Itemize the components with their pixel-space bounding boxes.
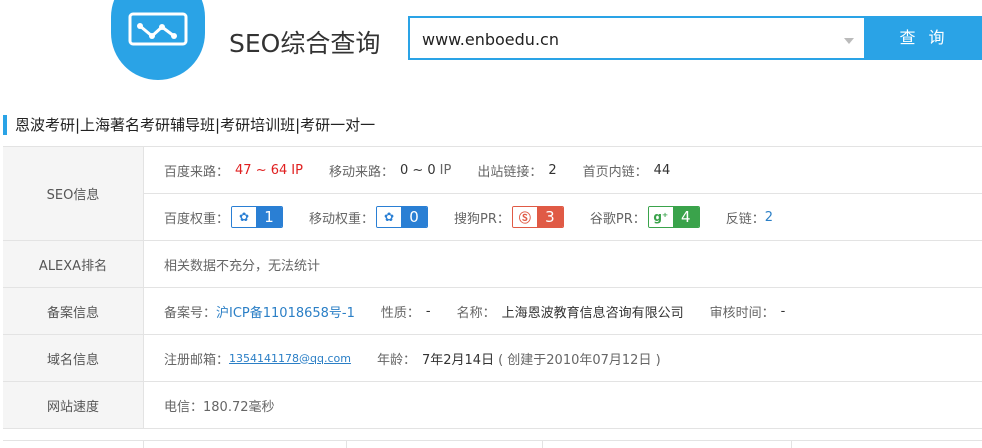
sogou-icon: Ⓢ: [512, 207, 537, 227]
outlinks-label: 出站链接：: [477, 164, 543, 180]
icp-review-value: -: [780, 303, 786, 319]
seo-label: SEO信息: [3, 147, 144, 240]
result-table: SEO信息 百度来路： 47 ~ 64 IP 移动来路： 0 ~ 0 IP 出站链接： 2…: [3, 146, 982, 429]
sogou-pr-label: 搜狗PR：: [454, 211, 510, 227]
alexa-row: ALEXA排名 相关数据不充分，无法统计: [3, 241, 982, 288]
backlinks-label: 反链：: [725, 211, 765, 227]
icp-name-label: 名称：: [456, 305, 496, 321]
mobile-weight-badge[interactable]: ✿ 0: [376, 206, 429, 228]
email-label: 注册邮箱：: [164, 352, 230, 368]
site-title: 恩波考研|上海著名考研辅导班|考研培训班|考研一对一: [3, 115, 375, 135]
alexa-text: 相关数据不充分，无法统计: [164, 258, 321, 274]
mobile-traffic-value: 0 ~ 0: [399, 162, 436, 178]
search-input-value[interactable]: www.enboedu.cn: [422, 30, 559, 49]
mobile-traffic-label: 移动来路：: [328, 164, 394, 180]
paw-icon: ✿: [232, 207, 257, 227]
baidu-weight-value: 1: [256, 207, 283, 227]
google-plus-icon: g⁺: [648, 207, 673, 227]
speed-label: 网站速度: [3, 382, 144, 428]
domain-row: 域名信息 注册邮箱： 1354141178@qq.com 年龄： 7年2月14日( …: [3, 335, 982, 382]
seo-row: SEO信息 百度来路： 47 ~ 64 IP 移动来路： 0 ~ 0 IP 出站链接： 2…: [3, 147, 982, 241]
monitor-chart-logo: [111, 0, 205, 80]
search-input[interactable]: www.enboedu.cn: [408, 16, 866, 60]
inner-links-value[interactable]: 44: [654, 163, 671, 178]
domain-label: 域名信息: [3, 335, 144, 381]
sogou-pr-badge[interactable]: Ⓢ 3: [511, 206, 564, 228]
icp-row: 备案信息 备案号： 沪ICP备11018658号-1 性质： - 名称： 上海恩波教育…: [3, 288, 982, 335]
icp-nature-value: -: [425, 303, 431, 319]
icp-nature-label: 性质：: [380, 305, 420, 321]
baidu-weight-label: 百度权重：: [164, 211, 230, 227]
age-value: 7年2月14日: [421, 352, 495, 368]
baidu-traffic-label: 百度来路：: [164, 164, 230, 180]
google-pr-value: 4: [672, 207, 699, 227]
icp-name-value: 上海恩波教育信息咨询有限公司: [501, 305, 684, 321]
mobile-traffic-unit: IP: [439, 162, 452, 178]
email-link[interactable]: 1354141178@qq.com: [229, 352, 351, 365]
backlinks-value[interactable]: 2: [765, 210, 773, 225]
mobile-weight-label: 移动权重：: [309, 211, 375, 227]
inner-links-label: 首页内链：: [582, 164, 648, 180]
icp-label: 备案信息: [3, 288, 144, 334]
icp-number-label: 备案号：: [164, 305, 217, 321]
baidu-traffic-unit: IP: [291, 162, 303, 178]
speed-text: 电信：180.72毫秒: [164, 399, 275, 415]
search-button[interactable]: 查 询: [866, 16, 982, 60]
speed-row: 网站速度 电信：180.72毫秒: [3, 382, 982, 429]
sogou-pr-value: 3: [536, 207, 563, 227]
google-pr-badge[interactable]: g⁺ 4: [647, 206, 700, 228]
chevron-down-icon[interactable]: [844, 38, 854, 44]
baidu-traffic-value[interactable]: 47 ~ 64: [235, 163, 287, 178]
icp-number-link[interactable]: 沪ICP备11018658号-1: [216, 302, 355, 321]
alexa-label: ALEXA排名: [3, 241, 144, 287]
icp-review-label: 审核时间：: [709, 305, 775, 321]
seo-weight-line: 百度权重： ✿ 1 移动权重： ✿ 0 搜狗PR： Ⓢ 3 谷歌PR： g⁺ 4 反链： 2: [144, 193, 982, 240]
google-pr-label: 谷歌PR：: [589, 211, 646, 227]
seo-traffic-line: 百度来路： 47 ~ 64 IP 移动来路： 0 ~ 0 IP 出站链接： 2 首页内链：…: [144, 147, 982, 193]
header: SEO综合查询 www.enboedu.cn 查 询: [0, 0, 982, 100]
created-date: ( 创建于2010年07月12日 ): [498, 352, 661, 368]
page-title: SEO综合查询: [229, 29, 381, 58]
outlinks-value[interactable]: 2: [548, 163, 556, 178]
baidu-weight-badge[interactable]: ✿ 1: [231, 206, 284, 228]
paw-icon: ✿: [377, 207, 402, 227]
mobile-weight-value: 0: [401, 207, 428, 227]
age-label: 年龄：: [376, 352, 416, 368]
